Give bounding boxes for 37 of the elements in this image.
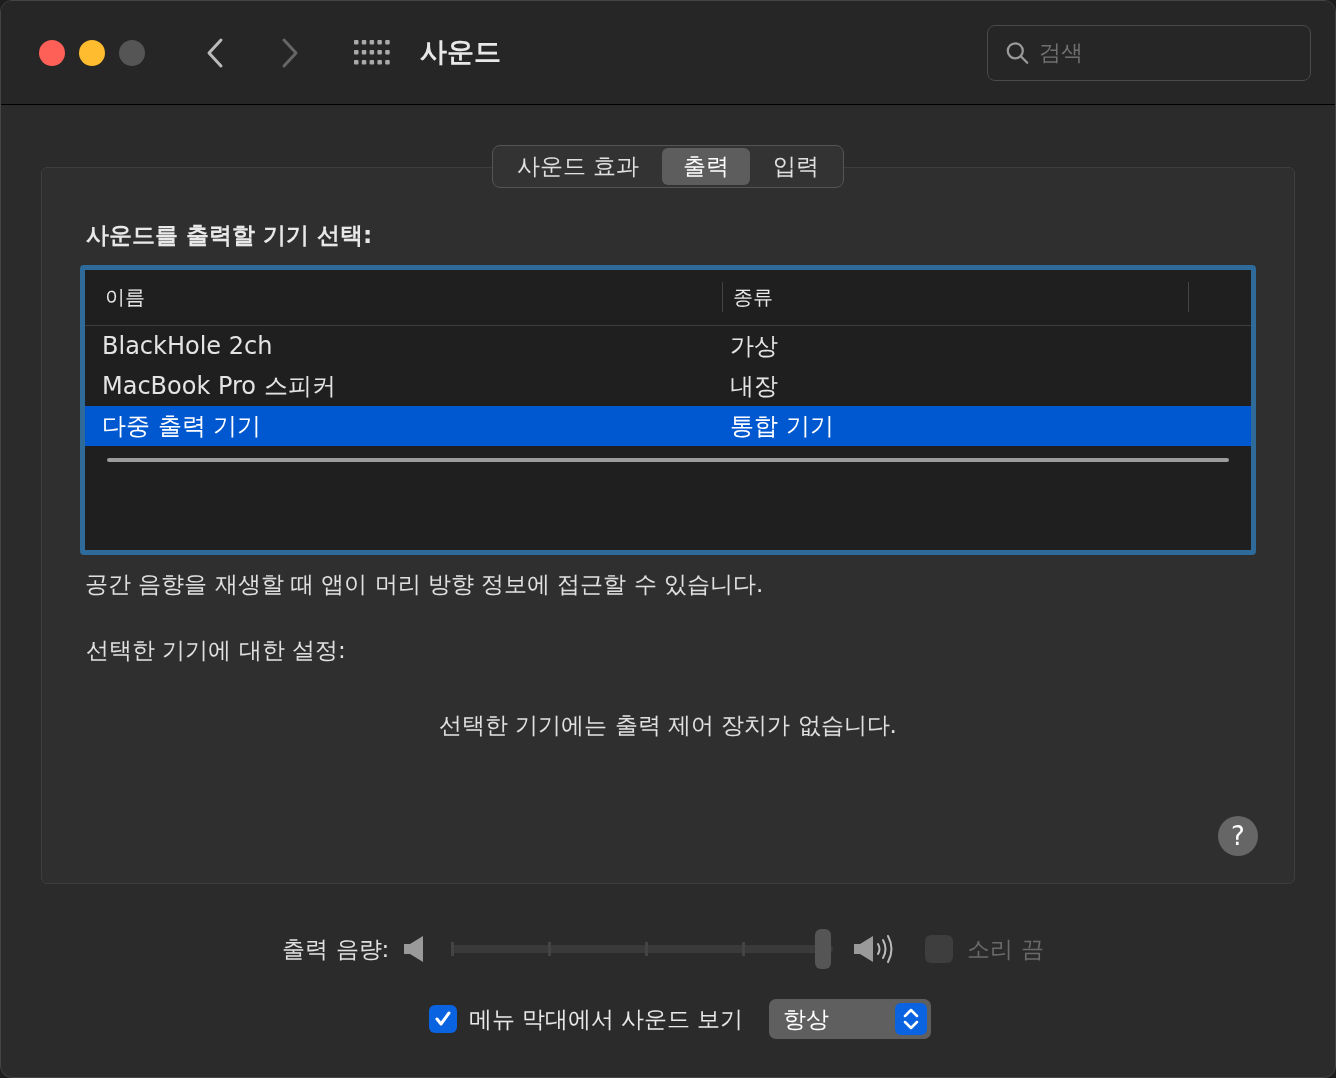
search-field[interactable]: 검색	[987, 24, 1311, 81]
table-row[interactable]: MacBook Pro 스피커 내장	[85, 365, 1251, 406]
mute-label: 소리 끔	[967, 934, 1044, 964]
show-popup-button[interactable]: 항상	[769, 999, 932, 1039]
tab[interactable]: 입력	[752, 148, 841, 185]
search-icon	[1006, 39, 1029, 66]
back-icon[interactable]	[205, 36, 225, 69]
volume-label: 출력 음량:	[282, 934, 390, 964]
table-row[interactable]: 다중 출력 기기 통합 기기	[85, 405, 1251, 446]
table-cell-text: 통합 기기	[729, 410, 834, 442]
checkmark-icon	[433, 1010, 452, 1028]
table-cell-text: 가상	[729, 330, 778, 362]
table-cell-text: BlackHole 2ch	[101, 330, 274, 362]
table-row[interactable]: BlackHole 2ch 가상	[85, 325, 1251, 366]
menu-bar-label: 메뉴 막대에서 사운드 보기	[468, 1004, 744, 1034]
help-button[interactable]: ?	[1218, 816, 1258, 856]
no-controls-message: 선택한 기기에는 출력 제어 장치가 없습니다.	[439, 710, 897, 740]
speaker-icon	[403, 935, 426, 963]
column-header[interactable]: 이름	[85, 282, 723, 312]
section-heading: 사운드를 출력할 기기 선택:	[86, 221, 374, 250]
menu-bar-checkbox[interactable]	[428, 1005, 457, 1033]
minimize-button[interactable]	[79, 39, 105, 66]
table-cell-text: 내장	[729, 370, 778, 402]
table-cell-text: MacBook Pro 스피커	[101, 370, 337, 402]
tab[interactable]: 출력	[662, 148, 751, 185]
spatial-audio-note: 공간 음향을 재생할 때 앱이 머리 방향 정보에 접근할 수 있습니다.	[85, 569, 765, 599]
scrollbar[interactable]	[107, 457, 1229, 462]
settings-label: 선택한 기기에 대한 설정:	[86, 636, 347, 665]
tab[interactable]: 사운드 효과	[495, 148, 661, 185]
stepper-icon	[895, 1003, 928, 1035]
window-title: 사운드	[420, 35, 501, 70]
search-input[interactable]: 검색	[1039, 36, 1292, 69]
device-table[interactable]: 이름 종류 BlackHole 2ch 가상 MacBook Pro 스피커 내장 다중 출력 기기 통합 기기	[80, 264, 1256, 555]
table-cell-text: 다중 출력 기기	[101, 410, 263, 442]
grid-icon[interactable]	[354, 39, 390, 66]
close-button[interactable]	[39, 39, 65, 66]
column-header[interactable]: 종류	[723, 282, 1189, 312]
